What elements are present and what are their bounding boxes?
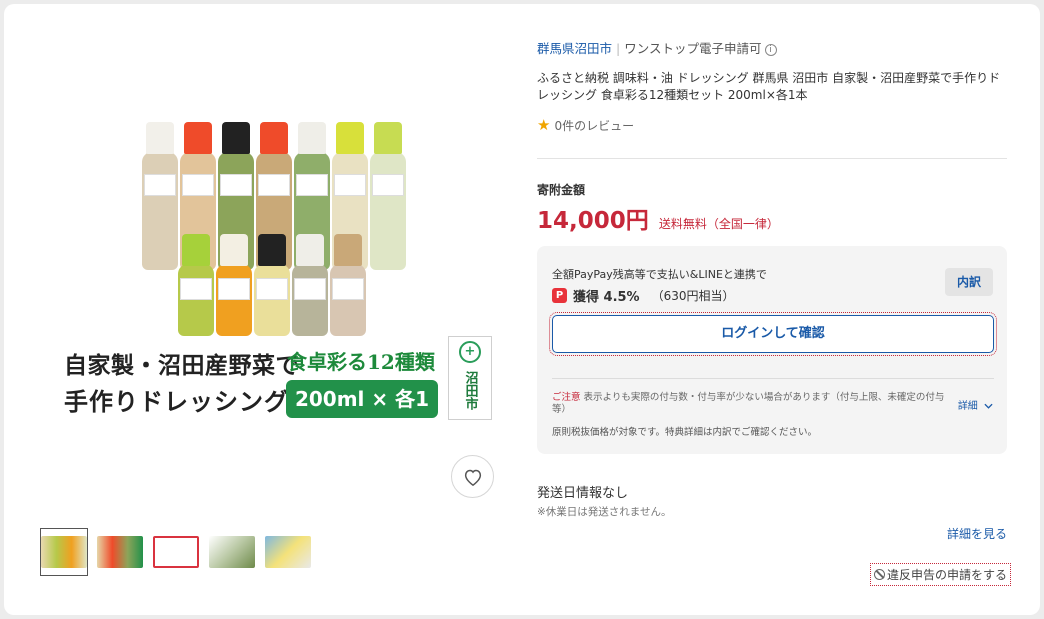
seal-emblem-icon: + <box>459 341 481 363</box>
shipping-date-title: 発送日情報なし <box>537 486 629 501</box>
points-rate: 獲得 4.5% <box>573 290 640 305</box>
thumbnail-4[interactable] <box>208 528 256 576</box>
price-label: 寄附金額 <box>537 183 586 197</box>
paypay-campaign-text: 全額PayPay残高等で支払い&LINEと連携で <box>552 268 767 281</box>
review-row[interactable]: ★ 0件のレビュー <box>537 116 634 134</box>
prohibited-icon <box>873 569 885 580</box>
bottle <box>142 122 178 270</box>
points-amount: （630円相当） <box>651 289 735 303</box>
breakdown-button[interactable]: 内訳 <box>945 268 993 296</box>
caution-text: ご注意 表示よりも実際の付与数・付与率が少ない場合があります（付与上限、未確定の… <box>552 392 952 416</box>
city-seal-logo: + 沼田市 <box>448 336 492 420</box>
points-row: P 獲得 4.5% （630円相当） <box>552 286 735 305</box>
bottle <box>254 234 290 336</box>
thumbnail-3[interactable] <box>152 528 200 576</box>
promo-green-text: 食卓彩る12種類 <box>287 350 435 374</box>
info-icon[interactable]: i <box>764 43 777 56</box>
municipality-link[interactable]: 群馬県沼田市 <box>537 41 612 56</box>
onestop-label: ワンストップ電子申請可 <box>624 41 762 56</box>
bottle <box>178 234 214 336</box>
bottle <box>216 234 252 336</box>
bottle <box>330 234 366 336</box>
bottle <box>370 122 406 270</box>
payment-box: 全額PayPay残高等で支払い&LINEと連携で P 獲得 4.5% （630円… <box>537 246 1007 454</box>
bottles-illustration <box>122 122 422 336</box>
product-main-image[interactable]: 自家製・沼田産野菜で 手作りドレッシング 食卓彩る12種類 200ml × 各1… <box>50 122 502 449</box>
divider <box>537 158 1007 159</box>
review-count: 0件のレビュー <box>554 118 635 133</box>
chevron-down-icon <box>984 403 993 409</box>
promo-text-line2: 手作りドレッシング <box>64 387 289 416</box>
thumbnail-5[interactable] <box>264 528 312 576</box>
price-amount: 14,000円 <box>537 208 649 234</box>
report-link-label: 違反申告の申請をする <box>886 568 1007 582</box>
divider <box>552 378 994 379</box>
star-icon: ★ <box>537 116 551 134</box>
report-violation-link[interactable]: 違反申告の申請をする <box>869 563 1011 586</box>
product-title: ふるさと納税 調味料・油 ドレッシング 群馬県 沼田市 自家製・沼田産野菜で手作… <box>537 71 1001 102</box>
detail-toggle-label: 詳細 <box>957 401 978 412</box>
shipping-label: 送料無料（全国一律） <box>658 217 779 231</box>
tax-note: 原則税抜価格が対象です。特典詳細は内訳でご確認ください。 <box>552 427 818 438</box>
seal-text: 沼田市 <box>462 370 478 410</box>
caution-body: 表示よりも実際の付与数・付与率が少ない場合があります（付与上限、未確定の付与等） <box>552 392 945 415</box>
thumbnail-list <box>40 528 312 576</box>
promo-text-line1: 自家製・沼田産野菜で <box>64 352 299 379</box>
login-confirm-button[interactable]: ログインして確認 <box>549 312 997 356</box>
municipality-row: 群馬県沼田市 | ワンストップ電子申請可 i <box>537 38 777 57</box>
paypay-icon: P <box>552 288 567 303</box>
favorite-button[interactable] <box>451 455 494 498</box>
thumbnail-2[interactable] <box>96 528 144 576</box>
separator: | <box>616 41 621 56</box>
bottle <box>292 234 328 336</box>
price-row: 14,000円 送料無料（全国一律） <box>537 201 779 235</box>
detail-toggle[interactable]: 詳細 <box>958 397 993 412</box>
product-card: 自家製・沼田産野菜で 手作りドレッシング 食卓彩る12種類 200ml × 各1… <box>4 4 1040 615</box>
view-details-link[interactable]: 詳細を見る <box>947 525 1007 542</box>
heart-icon <box>464 469 481 486</box>
shipping-note: ※休業日は発送されません。 <box>537 506 672 518</box>
thumbnail-1[interactable] <box>40 528 88 576</box>
promo-badge: 200ml × 各1本 <box>286 380 438 449</box>
caution-label: ご注意 <box>552 392 581 403</box>
